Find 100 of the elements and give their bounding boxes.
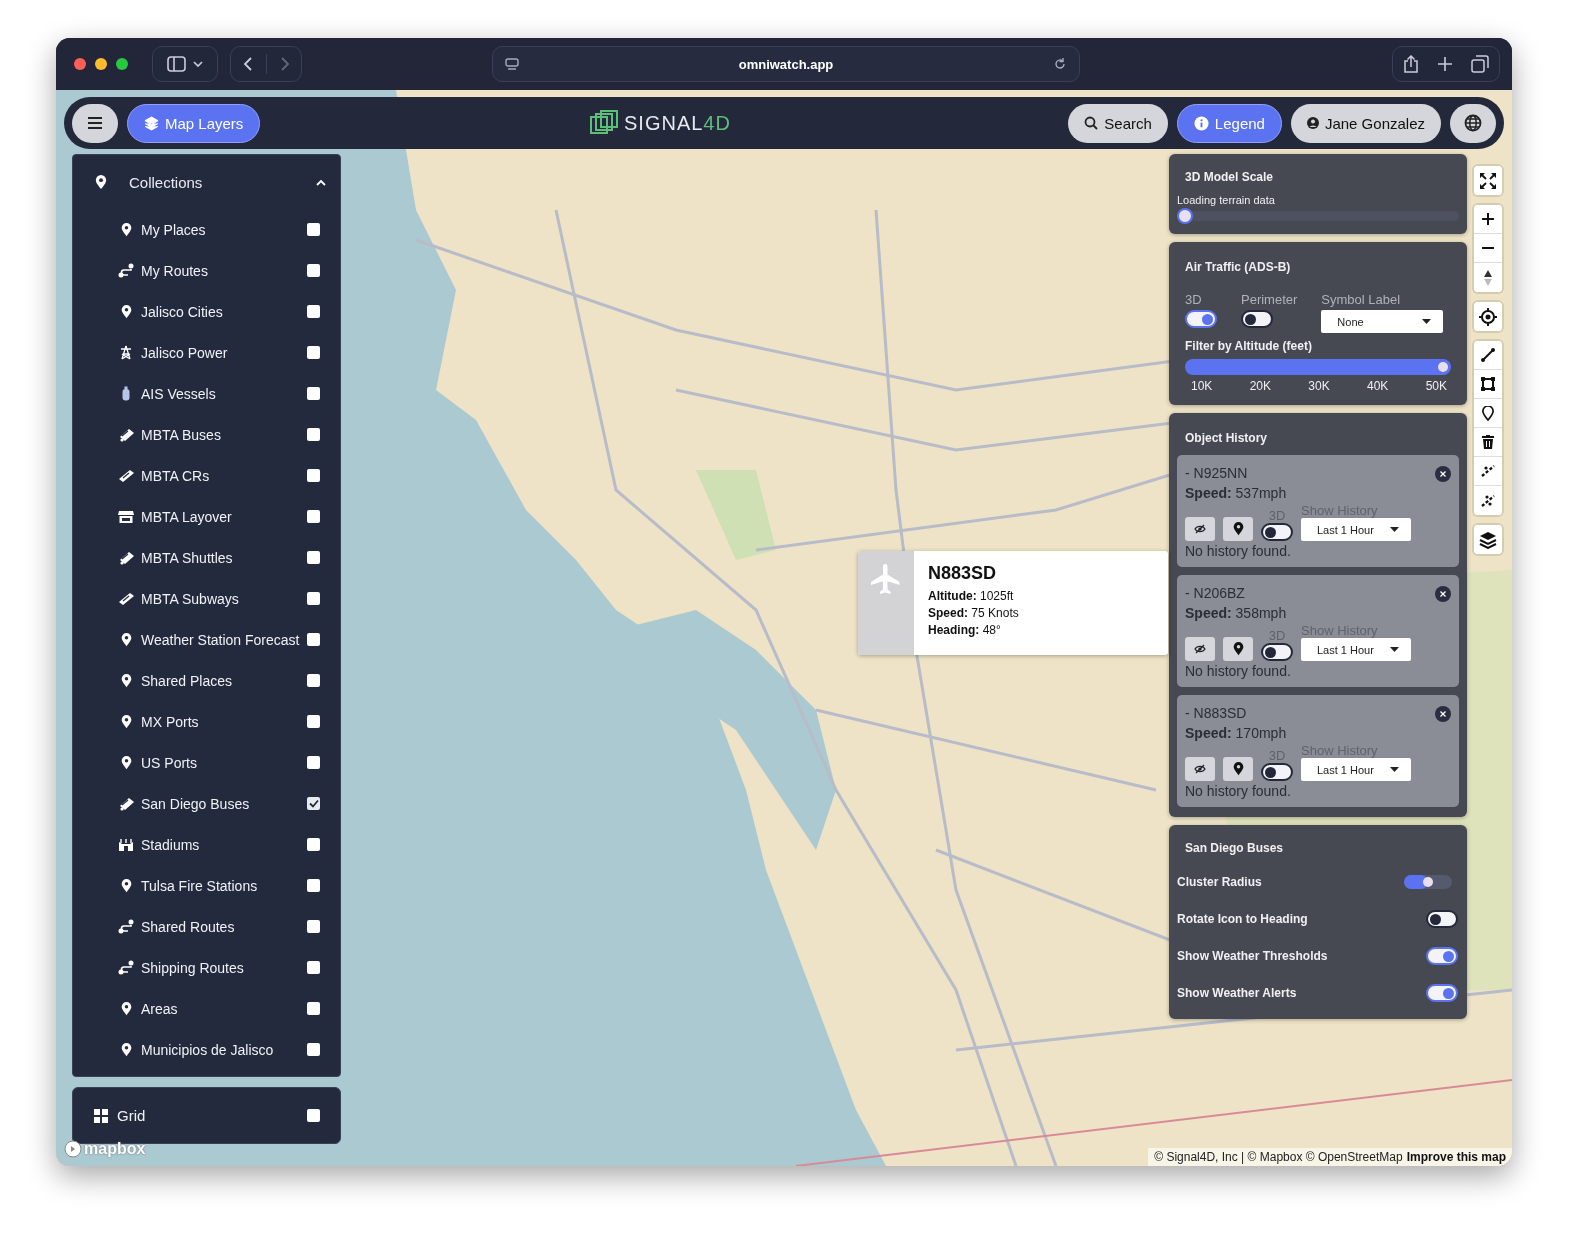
- eye-slash-icon: [1194, 764, 1206, 774]
- grid-checkbox[interactable]: [307, 1109, 320, 1122]
- user-icon: [1306, 117, 1319, 129]
- collection-checkbox[interactable]: [307, 879, 320, 892]
- menu-icon: [87, 116, 103, 130]
- collection-checkbox[interactable]: [307, 592, 320, 605]
- hide-button[interactable]: [1185, 517, 1215, 541]
- collection-label: Tulsa Fire Stations: [141, 877, 259, 894]
- collection-checkbox[interactable]: [307, 305, 320, 318]
- collection-checkbox[interactable]: [307, 469, 320, 482]
- search-button[interactable]: Search: [1068, 103, 1168, 143]
- slider-thumb[interactable]: [1438, 362, 1448, 372]
- setting-label: Show Weather Thresholds: [1177, 948, 1328, 963]
- history-range-dropdown[interactable]: Last 1 Hour: [1301, 638, 1411, 661]
- map-layers-button[interactable]: Map Layers: [127, 103, 261, 143]
- collection-checkbox[interactable]: [307, 428, 320, 441]
- collection-checkbox[interactable]: [307, 756, 320, 769]
- page-settings-icon[interactable]: [505, 57, 519, 71]
- hide-button[interactable]: [1185, 637, 1215, 661]
- collection-checkbox[interactable]: [307, 674, 320, 687]
- caret-icon: [1390, 527, 1399, 532]
- pin-icon: [1232, 522, 1244, 536]
- forward-icon[interactable]: [278, 56, 291, 72]
- collection-checkbox[interactable]: [307, 961, 320, 974]
- altitude-slider[interactable]: [1185, 359, 1451, 375]
- locate-button[interactable]: [1223, 637, 1253, 661]
- locate-button[interactable]: [1223, 517, 1253, 541]
- language-button[interactable]: [1450, 103, 1496, 143]
- toggle-switch[interactable]: [1261, 643, 1293, 661]
- toggle-switch[interactable]: [1261, 763, 1293, 781]
- close-button[interactable]: [1435, 586, 1451, 602]
- search-icon: [1084, 116, 1099, 130]
- pin-icon: [1232, 642, 1244, 656]
- collection-label: Stadiums: [141, 836, 201, 853]
- minimize-window-button[interactable]: [95, 58, 107, 70]
- history-range-dropdown[interactable]: Last 1 Hour: [1301, 518, 1411, 541]
- aircraft-name: - N925NN: [1185, 465, 1248, 481]
- collection-checkbox[interactable]: [307, 1043, 320, 1056]
- cluster-radius-slider[interactable]: [1404, 873, 1452, 890]
- setting-label: Show Weather Alerts: [1177, 985, 1297, 1000]
- collection-checkbox[interactable]: [307, 551, 320, 564]
- close-window-button[interactable]: [74, 58, 86, 70]
- improve-map-link[interactable]: Improve this map: [1406, 1150, 1506, 1164]
- toggle-switch[interactable]: [1426, 983, 1458, 1002]
- tick-label: 10K: [1191, 379, 1213, 393]
- layers-button[interactable]: [1474, 525, 1502, 554]
- locate-button[interactable]: [1223, 757, 1253, 781]
- toggle-switch[interactable]: [1426, 909, 1458, 928]
- globe-icon: [1464, 114, 1482, 132]
- zoom-in-button[interactable]: [1474, 205, 1502, 234]
- sidebar-toggle-button[interactable]: [152, 46, 218, 82]
- model-scale-slider[interactable]: [1177, 208, 1459, 224]
- collection-checkbox[interactable]: [307, 510, 320, 523]
- collection-checkbox[interactable]: [307, 264, 320, 277]
- legend-button[interactable]: Legend: [1176, 103, 1282, 143]
- address-bar[interactable]: omniwatch.app: [492, 46, 1080, 82]
- reload-icon[interactable]: [1053, 57, 1067, 71]
- symbol-label-dropdown[interactable]: None: [1321, 310, 1444, 333]
- layers-icon: [144, 115, 159, 131]
- pin-icon: [120, 632, 132, 647]
- collection-checkbox[interactable]: [307, 1002, 320, 1015]
- share-icon[interactable]: [1403, 55, 1419, 73]
- slider-thumb[interactable]: [1177, 208, 1193, 224]
- toggle-switch[interactable]: [1241, 310, 1273, 328]
- hide-button[interactable]: [1185, 757, 1215, 781]
- user-menu-button[interactable]: Jane Gonzalez: [1290, 103, 1441, 143]
- tabs-overview-icon[interactable]: [1471, 55, 1489, 73]
- power-tower-icon: [119, 345, 133, 360]
- locate-me-button[interactable]: [1474, 302, 1502, 331]
- menu-button[interactable]: [72, 103, 118, 143]
- collection-checkbox[interactable]: [307, 715, 320, 728]
- dotted-line-icon: [1480, 493, 1496, 508]
- toggle-switch[interactable]: [1261, 523, 1293, 541]
- fullscreen-button[interactable]: [1474, 166, 1502, 195]
- toggle-switch[interactable]: [1185, 310, 1217, 328]
- panel-title: 3D Model Scale: [1185, 170, 1275, 184]
- history-range-dropdown[interactable]: Last 1 Hour: [1301, 758, 1411, 781]
- draw-line-button[interactable]: [1474, 341, 1502, 370]
- close-button[interactable]: [1435, 466, 1451, 482]
- new-tab-icon[interactable]: [1437, 56, 1453, 72]
- aircraft-speed: Speed: 170mph: [1185, 725, 1287, 741]
- collection-checkbox[interactable]: [307, 387, 320, 400]
- collection-checkbox[interactable]: [307, 346, 320, 359]
- plus-icon: [1482, 213, 1494, 225]
- collection-checkbox[interactable]: [307, 920, 320, 933]
- collection-checkbox[interactable]: [307, 838, 320, 851]
- collection-label: Municipios de Jalisco: [141, 1041, 275, 1058]
- zoom-window-button[interactable]: [116, 58, 128, 70]
- tick-label: 40K: [1366, 379, 1389, 393]
- collection-checkbox[interactable]: [307, 223, 320, 236]
- slider-thumb[interactable]: [1423, 876, 1433, 887]
- close-button[interactable]: [1435, 706, 1451, 722]
- back-icon[interactable]: [241, 56, 254, 72]
- collections-header[interactable]: Collections: [73, 155, 340, 209]
- aircraft-speed: Speed: 358mph: [1185, 605, 1287, 621]
- buoy-icon: [122, 386, 130, 401]
- toggle-switch[interactable]: [1426, 946, 1458, 965]
- collection-checkbox[interactable]: [307, 633, 320, 646]
- pin-icon: [95, 174, 107, 190]
- collection-checkbox[interactable]: [307, 797, 320, 810]
